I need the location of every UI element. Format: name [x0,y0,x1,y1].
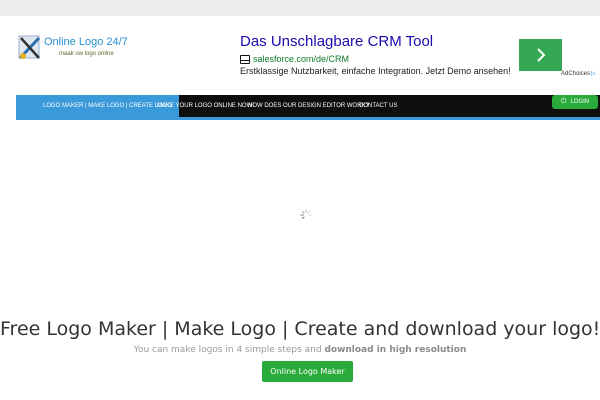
ad-description: Erstklassige Nutzbarkeit, einfache Integ… [240,66,511,76]
login-button[interactable]: ⏻ LOGIN [552,95,598,109]
login-label: LOGIN [570,99,590,105]
loading-spinner-icon [300,209,312,220]
ad-url-row[interactable]: salesforce.com/de/CRM [240,53,349,65]
nav-item-make-logo-now[interactable]: MAKE YOUR LOGO ONLINE NOW! [157,95,254,117]
ad-label-icon [240,54,250,64]
subtitle-highlight: download in high resolution [324,345,467,355]
nav-item-contact[interactable]: CONTACT US [359,95,397,117]
adchoices-icon: ▷ [591,71,596,77]
nav-item-design-editor[interactable]: HOW DOES OUR DESIGN EDITOR WORK? [248,95,369,117]
ad-open-button[interactable] [519,39,562,71]
logo-pencil-icon [18,35,41,60]
ad-choices[interactable]: AdChoices▷ [561,70,596,77]
logo-tagline: maak uw logo online [59,51,114,57]
page-title: Free Logo Maker | Make Logo | Create and… [0,318,600,340]
power-icon: ⏻ [560,98,567,105]
ad-choices-label: AdChoices [561,71,591,77]
page-subtitle: You can make logos in 4 simple steps and… [0,345,600,355]
site-logo[interactable]: Online Logo 24/7 maak uw logo online [17,34,128,64]
main-nav: LOGO MAKER | MAKE LOGO | CREATE LOGO MAK… [16,95,600,120]
browser-top-bar [0,0,600,16]
subtitle-text: You can make logos in 4 simple steps and [133,345,322,355]
ad-url[interactable]: salesforce.com/de/CRM [253,54,349,64]
ad-title-link[interactable]: Das Unschlagbare CRM Tool [240,33,433,50]
nav-item-logo-maker[interactable]: LOGO MAKER | MAKE LOGO | CREATE LOGO [16,95,180,117]
online-logo-maker-button[interactable]: Online Logo Maker [262,361,353,382]
chevron-right-icon [536,48,545,62]
logo-name: Online Logo 24/7 [44,36,128,48]
